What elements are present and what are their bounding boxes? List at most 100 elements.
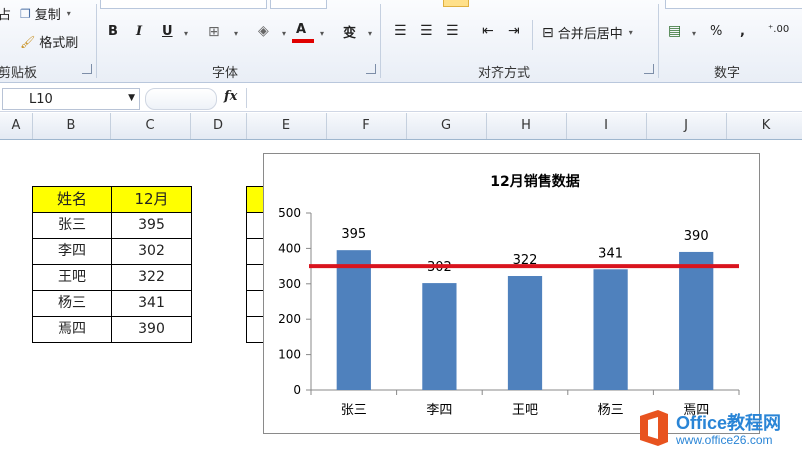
table-cell-name[interactable]: 杨三 xyxy=(32,290,112,317)
group-divider xyxy=(658,4,659,78)
table-cell-value[interactable]: 302 xyxy=(111,238,192,265)
increase-indent-icon[interactable]: ⇥ xyxy=(508,24,520,38)
paste-button[interactable]: 占 xyxy=(0,4,11,23)
column-header-K[interactable]: K xyxy=(726,113,802,139)
name-box[interactable]: L10 ▼ xyxy=(2,88,140,110)
merge-center-label: 合并后居中 xyxy=(557,27,623,42)
align-right-icon[interactable]: ☰ xyxy=(446,24,459,38)
y-tick-label: 200 xyxy=(278,312,301,326)
font-color-bar xyxy=(292,39,314,43)
chevron-down-icon[interactable]: ▾ xyxy=(320,29,324,38)
watermark-brand: Office教程网 xyxy=(676,413,782,433)
column-header-bar: A B C D E F G H I J K xyxy=(0,113,802,140)
bar xyxy=(507,276,543,390)
align-left-icon[interactable]: ☰ xyxy=(394,24,407,38)
column-header-G[interactable]: G xyxy=(406,113,487,139)
chevron-down-icon[interactable]: ▾ xyxy=(692,29,696,38)
bar-chart: 12月销售数据0100200300400500395张三302李四322王吧34… xyxy=(278,173,740,418)
name-box-value: L10 xyxy=(29,92,53,107)
y-tick-label: 300 xyxy=(278,277,301,291)
accounting-format-icon[interactable]: ▤ xyxy=(668,24,681,38)
chevron-down-icon: ▾ xyxy=(628,28,633,37)
table-cell-name[interactable]: 张三 xyxy=(32,212,112,239)
chart-object[interactable]: 12月销售数据0100200300400500395张三302李四322王吧34… xyxy=(263,153,760,434)
office-logo-icon xyxy=(640,410,668,446)
table-cell-value[interactable]: 395 xyxy=(111,212,192,239)
hidden-table-header-cell[interactable] xyxy=(246,186,264,213)
table-cell-value[interactable]: 322 xyxy=(111,264,192,291)
number-format-combo[interactable] xyxy=(665,0,802,9)
y-tick-label: 500 xyxy=(278,206,301,220)
group-divider xyxy=(96,4,97,78)
data-label: 341 xyxy=(598,246,623,261)
data-label: 390 xyxy=(684,229,709,244)
bar xyxy=(422,283,457,390)
hidden-table-cells[interactable] xyxy=(246,212,264,343)
column-header-B[interactable]: B xyxy=(32,113,111,139)
border-icon[interactable]: ⊞ xyxy=(208,25,220,39)
format-painter-label: 格式刷 xyxy=(39,36,79,51)
alignment-launcher-icon[interactable] xyxy=(644,64,654,74)
bar xyxy=(593,269,628,390)
wrap-text-button[interactable] xyxy=(443,0,469,7)
italic-button[interactable]: I xyxy=(136,24,142,39)
formula-bar: L10 ▼ fx xyxy=(0,85,802,112)
table-cell-name[interactable]: 焉四 xyxy=(32,316,112,343)
watermark-url: www.office26.com xyxy=(676,433,773,447)
copy-button[interactable]: ❐ 复制 ▾ xyxy=(20,4,71,24)
group-divider xyxy=(380,4,381,78)
x-tick-label: 杨三 xyxy=(598,403,624,418)
chevron-down-icon[interactable]: ▾ xyxy=(282,29,286,38)
column-header-A[interactable]: A xyxy=(0,113,33,139)
merge-cells-icon: ⊟ xyxy=(542,24,554,41)
column-header-H[interactable]: H xyxy=(486,113,567,139)
phonetic-guide-button[interactable]: 变 xyxy=(343,22,356,41)
copy-label: 复制 xyxy=(34,8,61,23)
x-tick-label: 张三 xyxy=(341,403,367,418)
y-tick-label: 400 xyxy=(278,241,301,255)
font-launcher-icon[interactable] xyxy=(366,64,376,74)
table-cell-name[interactable]: 王吧 xyxy=(32,264,112,291)
comma-style-button[interactable]: , xyxy=(740,24,745,39)
table-header-month[interactable]: 12月 xyxy=(111,186,192,213)
alignment-group-label: 对齐方式 xyxy=(478,66,531,81)
paintbrush-icon: 🖌 xyxy=(20,34,36,49)
column-header-D[interactable]: D xyxy=(190,113,247,139)
watermark-logo: Office教程网 www.office26.com xyxy=(636,408,781,448)
column-header-E[interactable]: E xyxy=(246,113,327,139)
table-header-name[interactable]: 姓名 xyxy=(32,186,112,213)
insert-function-button[interactable]: fx xyxy=(224,89,237,104)
merge-center-button[interactable]: ⊟ 合并后居中 ▾ xyxy=(542,23,633,43)
chevron-down-icon[interactable]: ▾ xyxy=(368,29,372,38)
table-cell-name[interactable]: 李四 xyxy=(32,238,112,265)
font-color-button[interactable]: A xyxy=(296,22,306,37)
align-center-icon[interactable]: ☰ xyxy=(420,24,433,38)
clipboard-launcher-icon[interactable] xyxy=(82,64,92,74)
increase-decimal-icon[interactable]: ⁺.00 xyxy=(768,25,789,35)
column-header-F[interactable]: F xyxy=(326,113,407,139)
column-header-I[interactable]: I xyxy=(566,113,647,139)
fill-color-icon[interactable]: ◈ xyxy=(258,24,269,38)
column-header-J[interactable]: J xyxy=(646,113,727,139)
copy-icon: ❐ xyxy=(20,6,31,21)
group-divider xyxy=(532,20,533,50)
font-name-combo[interactable] xyxy=(100,0,267,9)
bold-button[interactable]: B xyxy=(108,24,118,39)
column-header-C[interactable]: C xyxy=(110,113,191,139)
underline-button[interactable]: U xyxy=(162,24,173,39)
format-painter-button[interactable]: 🖌 格式刷 xyxy=(20,32,79,52)
number-group-label: 数字 xyxy=(714,66,741,81)
font-size-combo[interactable] xyxy=(270,0,327,9)
decrease-indent-icon[interactable]: ⇤ xyxy=(482,24,494,38)
chart-title: 12月销售数据 xyxy=(490,173,579,190)
formula-input[interactable] xyxy=(246,88,802,108)
data-label: 395 xyxy=(341,227,366,242)
bar xyxy=(336,250,371,390)
y-tick-label: 100 xyxy=(278,348,301,362)
table-cell-value[interactable]: 341 xyxy=(111,290,192,317)
chevron-down-icon[interactable]: ▾ xyxy=(234,29,238,38)
percent-button[interactable]: % xyxy=(710,24,722,39)
table-cell-value[interactable]: 390 xyxy=(111,316,192,343)
chevron-down-icon[interactable]: ▼ xyxy=(128,93,135,103)
chevron-down-icon[interactable]: ▾ xyxy=(184,29,188,38)
